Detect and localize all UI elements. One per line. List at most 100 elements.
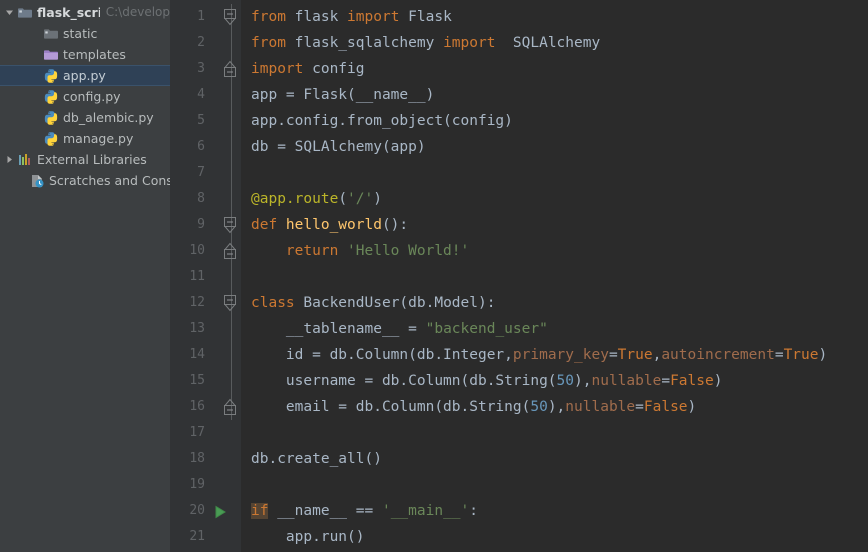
fold-marker-icon[interactable] xyxy=(212,238,241,264)
line-number: 8 xyxy=(197,191,205,206)
tree-item-label: Scratches and Console xyxy=(49,173,170,188)
code-line[interactable]: id = db.Column(db.Integer,primary_key=Tr… xyxy=(251,342,868,368)
code-line[interactable]: db = SQLAlchemy(app) xyxy=(251,134,868,160)
code-token: '/' xyxy=(347,191,374,207)
fold-strip-row xyxy=(212,420,241,446)
code-token: True xyxy=(617,347,653,363)
code-line[interactable] xyxy=(251,264,868,290)
code-token: hello_world xyxy=(285,217,382,233)
tree-item-label: config.py xyxy=(63,89,121,104)
line-number: 5 xyxy=(197,113,205,128)
code-token: app.run() xyxy=(251,529,365,545)
line-number: 9 xyxy=(197,217,205,232)
code-token: False xyxy=(670,373,714,389)
tree-item-label: templates xyxy=(63,47,126,62)
fold-marker-icon[interactable] xyxy=(212,394,241,420)
chevron-right-icon[interactable] xyxy=(2,155,16,164)
fold-marker-icon[interactable] xyxy=(212,212,241,238)
code-line[interactable]: app = Flask(__name__) xyxy=(251,82,868,108)
code-text-area[interactable]: from flask import Flask from flask_sqlalc… xyxy=(241,0,868,552)
fold-guide-line xyxy=(231,134,232,160)
code-token: @app.route xyxy=(251,191,339,207)
fold-guide-line xyxy=(231,30,232,56)
code-token: return xyxy=(285,243,348,259)
line-number-gutter: 1 2 3 4 5 6 7 8 9 10 11 12 13 14 15 16 17 18 19 20 21 xyxy=(170,0,212,552)
code-token: ) xyxy=(818,347,828,363)
project-tree-panel[interactable]: flask_script C:\develop static templates app… xyxy=(0,0,170,552)
line-number: 2 xyxy=(197,35,205,50)
code-token: 50 xyxy=(530,399,548,415)
code-folding-strip[interactable] xyxy=(212,0,241,552)
fold-guide-line xyxy=(231,82,232,108)
tree-item-label: manage.py xyxy=(63,131,134,146)
library-icon xyxy=(16,152,33,168)
tree-item-app-py[interactable]: app.py xyxy=(0,65,170,86)
code-token: __tablename__ = xyxy=(251,321,426,337)
fold-marker-icon[interactable] xyxy=(212,4,241,30)
line-number: 3 xyxy=(197,61,205,76)
code-line[interactable]: app.run() xyxy=(251,524,868,550)
code-token: ) xyxy=(713,373,723,389)
code-line[interactable]: return 'Hello World!' xyxy=(251,238,868,264)
code-line[interactable]: def hello_world(): xyxy=(251,212,868,238)
code-token: ) xyxy=(687,399,697,415)
fold-marker-icon xyxy=(212,368,241,394)
line-number: 1 xyxy=(197,9,205,24)
line-number: 18 xyxy=(189,451,205,466)
fold-strip-row xyxy=(212,446,241,472)
code-token: autoincrement xyxy=(661,347,775,363)
code-line[interactable]: db.create_all() xyxy=(251,446,868,472)
fold-guide-line xyxy=(231,368,232,394)
code-line[interactable]: if __name__ == '__main__': xyxy=(251,498,868,524)
tree-item-static[interactable]: static xyxy=(0,23,170,44)
code-line[interactable] xyxy=(251,472,868,498)
tree-item-db-alembic-py[interactable]: db_alembic.py xyxy=(0,107,170,128)
code-token: = xyxy=(635,399,644,415)
fold-strip-row xyxy=(212,524,241,550)
tree-item-config-py[interactable]: config.py xyxy=(0,86,170,107)
code-line[interactable]: username = db.Column(db.String(50),nulla… xyxy=(251,368,868,394)
tree-item-label: static xyxy=(63,26,98,41)
code-line[interactable]: email = db.Column(db.String(50),nullable… xyxy=(251,394,868,420)
fold-strip-row xyxy=(212,186,241,212)
tree-item-manage-py[interactable]: manage.py xyxy=(0,128,170,149)
tree-item-templates[interactable]: templates xyxy=(0,44,170,65)
fold-guide-line xyxy=(231,186,232,212)
code-token: ) xyxy=(373,191,382,207)
code-line[interactable] xyxy=(251,160,868,186)
folder-purple-icon xyxy=(42,47,59,63)
code-token: def xyxy=(251,217,286,233)
code-line[interactable]: import config xyxy=(251,56,868,82)
code-line[interactable]: __tablename__ = "backend_user" xyxy=(251,316,868,342)
code-token: '__main__' xyxy=(381,503,470,519)
code-token: = xyxy=(774,347,784,363)
tree-item-external-libraries[interactable]: External Libraries xyxy=(0,149,170,170)
code-line[interactable]: from flask import Flask xyxy=(251,4,868,30)
code-line[interactable] xyxy=(251,420,868,446)
fold-marker-icon[interactable] xyxy=(212,56,241,82)
fold-guide-line xyxy=(231,342,232,368)
code-token: = xyxy=(661,373,671,389)
code-line[interactable]: app.config.from_object(config) xyxy=(251,108,868,134)
code-line[interactable]: from flask_sqlalchemy import SQLAlchemy xyxy=(251,30,868,56)
code-token: (): xyxy=(381,217,409,233)
code-token: (db.Model): xyxy=(399,295,496,311)
code-token: ), xyxy=(547,399,566,415)
code-token: = xyxy=(608,347,618,363)
code-token: if xyxy=(251,503,269,519)
code-line[interactable]: class BackendUser(db.Model): xyxy=(251,290,868,316)
fold-guide-line xyxy=(231,264,232,290)
code-editor[interactable]: 1 2 3 4 5 6 7 8 9 10 11 12 13 14 15 16 17 18 19 20 21 from f… xyxy=(170,0,868,552)
code-token: nullable xyxy=(565,399,636,415)
tree-item-scratches-and-console[interactable]: Scratches and Console xyxy=(0,170,170,191)
chevron-down-icon[interactable] xyxy=(2,8,16,17)
code-token: config xyxy=(312,61,365,77)
code-line[interactable]: @app.route('/') xyxy=(251,186,868,212)
fold-guide-line xyxy=(231,160,232,186)
fold-strip-row xyxy=(212,264,241,290)
fold-marker-icon[interactable] xyxy=(212,290,241,316)
folder-module-icon xyxy=(16,5,33,21)
tree-item-flask-script[interactable]: flask_script C:\develop xyxy=(0,2,170,23)
run-gutter-arrow-icon[interactable] xyxy=(212,498,241,524)
code-token: class xyxy=(251,295,304,311)
